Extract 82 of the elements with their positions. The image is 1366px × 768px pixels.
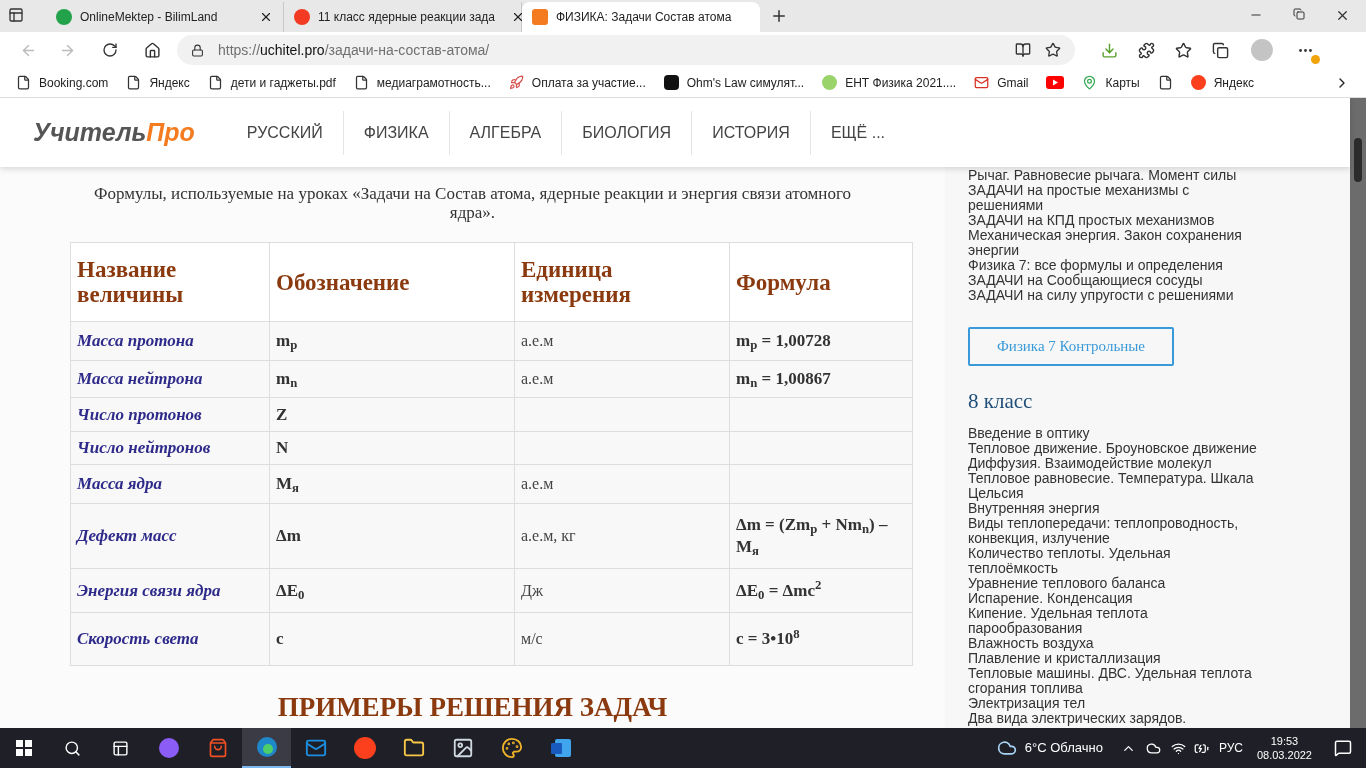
sidebar-link[interactable]: Виды теплопередачи: теплопроводность, конвекция, излучение	[968, 516, 1261, 546]
table-cell: m$_{n}$ = 1,00867	[729, 360, 913, 398]
table-cell: а.е.м, кг	[514, 503, 730, 569]
column-header: Единица измерения	[514, 242, 730, 322]
sidebar-link[interactable]: Испарение. Конденсация	[968, 591, 1261, 606]
sidebar-link[interactable]: Тепловое движение. Броуновское движение	[968, 441, 1261, 456]
column-header: Обозначение	[269, 242, 515, 322]
sidebar-link[interactable]: Количество теплоты. Удельная теплоёмкость	[968, 546, 1261, 576]
table-cell: Масса нейтрона	[70, 360, 270, 398]
nav-link[interactable]: РУССКИЙ	[226, 120, 343, 145]
sidebar-link[interactable]: Кипение. Удельная теплота парообразования	[968, 606, 1261, 636]
sidebar-link[interactable]: Физика 7: все формулы и определения	[968, 258, 1261, 273]
nav-link[interactable]: ИСТОРИЯ	[692, 120, 810, 145]
site-logo[interactable]: УчительПро	[33, 113, 195, 152]
table-cell: Энергия связи ядра	[70, 568, 270, 613]
table-cell: Масса ядра	[70, 464, 270, 504]
column-header: Формула	[729, 242, 913, 322]
sidebar-link[interactable]: Два вида электрических зарядов.	[968, 711, 1261, 726]
sidebar-link[interactable]: Рычаг. Равновесие рычага. Момент силы	[968, 168, 1261, 183]
sidebar-link[interactable]: Влажность воздуха	[968, 636, 1261, 651]
table-cell: Скорость света	[70, 612, 270, 666]
sidebar-link[interactable]: ЗАДАЧИ на простые механизмы с решениями	[968, 183, 1261, 213]
table-cell: Число нейтронов	[70, 431, 270, 465]
sidebar-link[interactable]: ЗАДАЧИ на Сообщающиеся сосуды	[968, 273, 1261, 288]
bookmark-item[interactable]: дети и гаджеты.pdf	[207, 73, 336, 92]
table-cell: Δm = (Zm$_{p}$ + Nm$_{n}$) – M$_{я}$	[729, 503, 913, 569]
sidebar-link[interactable]: Плавление и кристаллизация	[968, 651, 1261, 666]
table-cell: c	[269, 612, 515, 666]
tab-title: ФИЗИКА: Задачи Состав атома	[556, 9, 732, 26]
table-cell: м/с	[514, 612, 730, 666]
table-cell: Число протонов	[70, 397, 270, 432]
bookmark-item[interactable]: Яндекс	[1190, 73, 1255, 92]
table-cell: Дж	[514, 568, 730, 613]
address-field[interactable]: https://uchitel.pro/задачи-на-состав-атома/	[177, 35, 1075, 65]
table-cell: Дефект масс	[70, 503, 270, 569]
nav-link[interactable]: БИОЛОГИЯ	[562, 120, 692, 145]
table-cell: m$_{p}$	[269, 321, 515, 361]
table-cell: Δm	[269, 503, 515, 569]
sidebar-link[interactable]: Внутренняя энергия	[968, 501, 1261, 516]
bookmark-item[interactable]: ЕНТ Физика 2021....	[822, 73, 957, 92]
clock[interactable]: 19:53 08.03.2022	[1256, 734, 1312, 762]
table-cell: N	[269, 431, 515, 465]
table-cell: ΔE$_{0}$	[269, 568, 515, 613]
sidebar-link[interactable]: Механическая энергия. Закон сохранения энергии	[968, 228, 1261, 258]
bookmark-item[interactable]: Яндекс	[126, 73, 190, 92]
table-cell: Z	[269, 397, 515, 432]
sidebar-link[interactable]: ЗАДАЧИ на КПД простых механизмов	[968, 213, 1261, 228]
url-text: https://uchitel.pro/задачи-на-состав-атома/	[218, 40, 491, 60]
bookmark-item[interactable]: Booking.com	[16, 73, 109, 92]
table-cell: Масса протона	[70, 321, 270, 361]
weather-text[interactable]: 6°C Облачно	[1024, 738, 1103, 758]
table-cell: m$_{n}$	[269, 360, 515, 398]
sidebar-link[interactable]: Тепловое равновесие. Температура. Шкала Цельсия	[968, 471, 1261, 501]
table-cell: ΔE$_{0}$ = Δmc$^{2}$	[729, 568, 913, 613]
table-cell: M$_{я}$	[269, 464, 515, 504]
bookmark-item[interactable]: Карты	[1082, 73, 1140, 92]
grade-heading: 8 класс	[968, 388, 1034, 414]
table-cell: а.е.м	[514, 464, 730, 504]
tab-title: 11 класс ядерные реакции зада	[318, 9, 496, 26]
sidebar-link[interactable]: Уравнение теплового баланса	[968, 576, 1261, 591]
nav-link[interactable]: ФИЗИКА	[343, 120, 449, 145]
sidebar-link[interactable]: Электризация тел	[968, 696, 1261, 711]
sidebar-link[interactable]: Введение в оптику	[968, 426, 1261, 441]
section-heading: ПРИМЕРЫ РЕШЕНИЯ ЗАДАЧ	[277, 692, 668, 722]
table-cell: m$_{p}$ = 1,00728	[729, 321, 913, 361]
table-cell: а.е.м	[514, 321, 730, 361]
browser-tab[interactable]: ФИЗИКА: Задачи Состав атома	[522, 2, 760, 32]
language-indicator[interactable]: РУС	[1218, 739, 1243, 757]
nav-link[interactable]: АЛГЕБРА	[449, 120, 562, 145]
bookmark-item[interactable]: медиаграмотность...	[353, 73, 491, 92]
sidebar-link[interactable]: Тепловые машины. ДВС. Удельная теплота сгорания топлива	[968, 666, 1261, 696]
sidebar-link[interactable]: Диффузия. Взаимодействие молекул	[968, 456, 1261, 471]
tab-title: OnlineMektep - BilimLand	[80, 9, 218, 26]
column-header: Название величины	[70, 242, 270, 322]
nav-link[interactable]: ЕЩЁ ...	[810, 120, 906, 145]
table-cell: c = 3•10$^{8}$	[729, 612, 913, 666]
intro-text: Формулы, используемые на уроках «Задачи на Состав атома, ядерные реакции и энергия связи атомного ядра».	[93, 184, 852, 222]
bookmark-item[interactable]: Оплата за участие...	[508, 73, 646, 92]
table-cell: а.е.м	[514, 360, 730, 398]
sidebar-link[interactable]: ЗАДАЧИ на силу упругости с решениями	[968, 288, 1261, 303]
bookmark-item[interactable]: Gmail	[974, 73, 1029, 92]
bookmark-item[interactable]: Ohm's Law симулят...	[663, 73, 805, 92]
